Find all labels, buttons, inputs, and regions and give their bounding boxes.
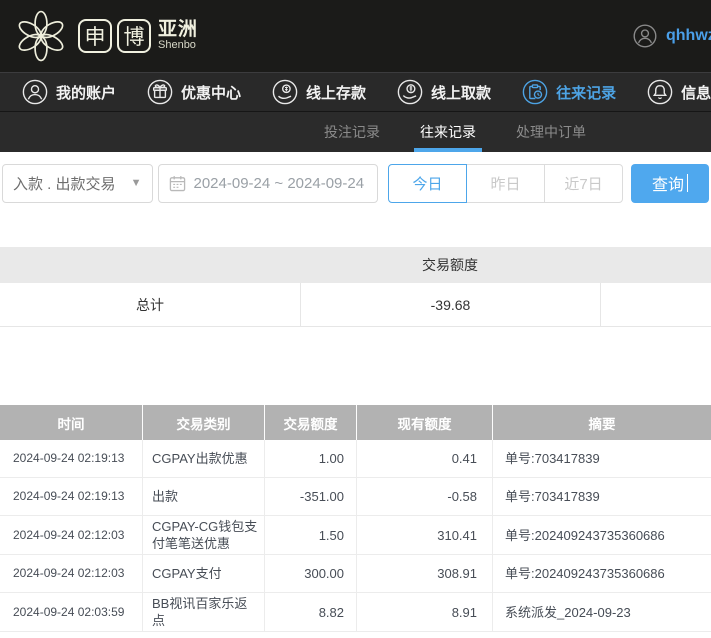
cell-type: CGPAY支付 <box>143 555 265 593</box>
logo-subtitle-text: Shenbo <box>158 40 198 52</box>
logo-char-shen: 申 <box>78 19 112 53</box>
last-7-days-button[interactable]: 近7日 <box>544 164 623 203</box>
logo-characters: 申 博 <box>78 19 151 53</box>
cell-summary: 单号:202409243735360686 <box>493 555 711 593</box>
nav-label: 信息 <box>681 82 711 103</box>
chevron-down-icon: ▼ <box>131 177 142 189</box>
date-range-input[interactable]: 2024-09-24 ~ 2024-09-24 <box>158 164 379 203</box>
transaction-records-page: 申 博 亚洲 Shenbo qhhwz 我的账户 <box>0 0 711 638</box>
gift-icon <box>147 79 173 105</box>
summary-empty-cell <box>600 283 711 326</box>
transaction-type-select[interactable]: 入款 . 出款交易 ▼ <box>2 164 153 203</box>
cell-time: 2024-09-24 02:12:03 <box>0 555 143 593</box>
cell-summary: 单号:703417839 <box>493 478 711 516</box>
bell-icon <box>647 79 673 105</box>
search-button-label: 查询 <box>652 171 684 195</box>
date-range-value: 2024-09-24 ~ 2024-09-24 <box>194 175 365 192</box>
cell-amount: 8.82 <box>265 593 357 632</box>
cell-amount: -351.00 <box>265 478 357 516</box>
cell-balance: -0.58 <box>357 478 493 516</box>
top-bar: 申 博 亚洲 Shenbo qhhwz <box>0 0 711 72</box>
summary-total-label: 总计 <box>0 283 300 326</box>
user-circle-icon <box>22 79 48 105</box>
text-caret <box>687 174 688 192</box>
cell-type: 出款 <box>143 478 265 516</box>
nav-label: 优惠中心 <box>181 82 241 103</box>
cell-balance: 8.91 <box>357 593 493 632</box>
cell-time: 2024-09-24 02:12:03 <box>0 516 143 555</box>
nav-item-transaction-records[interactable]: 往来记录 <box>522 79 616 105</box>
tab-transaction-records[interactable]: 往来记录 <box>414 112 482 152</box>
cell-amount: 1.50 <box>265 516 357 555</box>
logo-char-bo: 博 <box>117 19 151 53</box>
cell-amount: 1.00 <box>265 440 357 478</box>
nav-item-messages[interactable]: 信息 <box>647 79 711 105</box>
column-header-type: 交易类别 <box>143 405 265 440</box>
nav-label: 线上存款 <box>306 82 366 103</box>
logo-region-text: 亚洲 <box>158 20 198 40</box>
table-row: 2024-09-24 02:03:59 BB视讯百家乐返点 8.82 8.91 … <box>0 593 711 632</box>
quick-date-button-group: 今日 昨日 近7日 <box>388 164 623 203</box>
table-row: 2024-09-24 02:12:03 CGPAY-CG钱包支付笔笔送优惠 1.… <box>0 516 711 555</box>
table-row: 2024-09-24 02:19:13 出款 -351.00 -0.58 单号:… <box>0 478 711 516</box>
logo-region-block: 亚洲 Shenbo <box>158 20 198 51</box>
summary-total-row: 总计 -39.68 <box>0 283 711 327</box>
transaction-type-value: 入款 . 出款交易 <box>13 173 116 194</box>
nav-label: 我的账户 <box>56 82 116 103</box>
site-logo[interactable]: 申 博 亚洲 Shenbo <box>14 9 198 63</box>
nav-item-online-deposit[interactable]: 线上存款 <box>272 79 366 105</box>
coin-hand-withdraw-icon <box>397 79 423 105</box>
summary-header-spacer <box>600 247 711 283</box>
nav-item-online-withdrawal[interactable]: 线上取款 <box>397 79 491 105</box>
cell-type: CGPAY-CG钱包支付笔笔送优惠 <box>143 516 265 555</box>
user-avatar-icon <box>633 24 657 48</box>
username-text[interactable]: qhhwz <box>666 27 711 45</box>
flower-logo-icon <box>14 9 68 63</box>
cell-amount: 300.00 <box>265 555 357 593</box>
cell-summary: 单号:703417839 <box>493 440 711 478</box>
transactions-table: 时间 交易类别 交易额度 现有额度 摘要 2024-09-24 02:19:13… <box>0 405 711 632</box>
summary-header-spacer <box>0 247 300 283</box>
coin-hand-deposit-icon <box>272 79 298 105</box>
table-header-row: 时间 交易类别 交易额度 现有额度 摘要 <box>0 405 711 440</box>
yesterday-button[interactable]: 昨日 <box>466 164 545 203</box>
filter-toolbar: 入款 . 出款交易 ▼ 2024-09-24 ~ 2024-09-24 今日 昨… <box>0 163 711 203</box>
column-header-summary: 摘要 <box>493 405 711 440</box>
cell-type: CGPAY出款优惠 <box>143 440 265 478</box>
nav-item-promotions[interactable]: 优惠中心 <box>147 79 241 105</box>
table-row: 2024-09-24 02:19:13 CGPAY出款优惠 1.00 0.41 … <box>0 440 711 478</box>
cell-balance: 310.41 <box>357 516 493 555</box>
cell-balance: 308.91 <box>357 555 493 593</box>
sub-navigation: 投注记录 往来记录 处理中订单 <box>0 112 711 152</box>
cell-time: 2024-09-24 02:03:59 <box>0 593 143 632</box>
cell-balance: 0.41 <box>357 440 493 478</box>
main-navigation: 我的账户 优惠中心 线上存款 <box>0 72 711 112</box>
summary-table: 交易额度 总计 -39.68 <box>0 247 711 327</box>
column-header-time: 时间 <box>0 405 143 440</box>
cell-summary: 单号:202409243735360686 <box>493 516 711 555</box>
tab-betting-records[interactable]: 投注记录 <box>318 112 386 152</box>
nav-label: 线上取款 <box>431 82 491 103</box>
nav-item-my-account[interactable]: 我的账户 <box>22 79 116 105</box>
tab-pending-orders[interactable]: 处理中订单 <box>510 112 592 152</box>
column-header-amount: 交易额度 <box>265 405 357 440</box>
clipboard-clock-records-icon <box>522 79 548 105</box>
cell-time: 2024-09-24 02:19:13 <box>0 440 143 478</box>
cell-type: BB视讯百家乐返点 <box>143 593 265 632</box>
summary-total-value: -39.68 <box>300 283 600 326</box>
today-button[interactable]: 今日 <box>388 164 467 203</box>
calendar-icon <box>169 175 186 192</box>
cell-time: 2024-09-24 02:19:13 <box>0 478 143 516</box>
user-account-area[interactable]: qhhwz <box>633 0 711 72</box>
summary-header-label: 交易额度 <box>300 247 600 283</box>
summary-header-row: 交易额度 <box>0 247 711 283</box>
search-button[interactable]: 查询 <box>631 164 709 203</box>
nav-label: 往来记录 <box>556 82 616 103</box>
column-header-balance: 现有额度 <box>357 405 493 440</box>
cell-summary: 系统派发_2024-09-23 <box>493 593 711 632</box>
table-row: 2024-09-24 02:12:03 CGPAY支付 300.00 308.9… <box>0 555 711 593</box>
